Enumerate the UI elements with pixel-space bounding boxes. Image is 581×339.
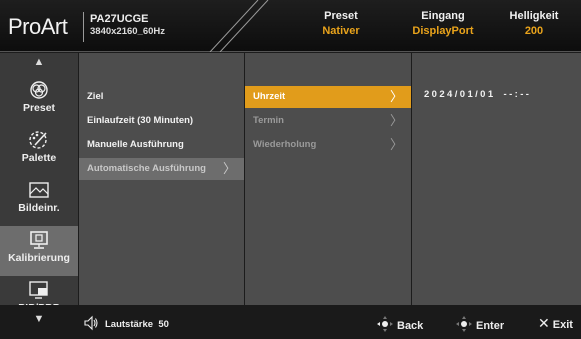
main-menu-panel: Ziel Einlaufzeit (30 Minuten) Manuelle A… [79,53,244,305]
exit-button[interactable]: ✕ Exit [538,315,573,332]
chevron-right-icon: 〉 [389,113,403,128]
submenu-item-schedule[interactable]: Termin 〉 [245,110,411,132]
header-input-label: Eingang [421,10,465,22]
sidebar-item-palette[interactable]: Palette [0,126,78,176]
header-brightness-label: Helligkeit [509,10,559,22]
menu-item-label: Automatische Ausführung [87,163,206,174]
sidebar: ▲ Preset Palette Bildeinr. Kalibrierung [0,53,78,314]
header-brightness-value: 200 [524,25,544,37]
preset-icon [30,81,48,99]
detail-panel: 2024/01/01 --:-- [412,53,581,305]
header-preset-label: Preset [324,10,358,22]
menu-item-manual-run[interactable]: Manuelle Ausführung [79,134,244,156]
submenu-item-label: Uhrzeit [253,91,286,102]
chevron-right-icon: 〉 [222,161,236,176]
date-value: 2024/01/01 [424,89,496,100]
menu-item-label: Einlaufzeit (30 Minuten) [87,115,194,126]
palette-icon [29,131,47,149]
back-button[interactable]: Back [376,315,423,333]
osd-footer: ▼ Lautstärke 50 Back Enter ✕ Exit [0,305,581,339]
menu-item-warmup[interactable]: Einlaufzeit (30 Minuten) [79,110,244,132]
enter-label: Enter [476,320,505,332]
pip-pbp-icon [29,281,48,299]
submenu-item-label: Wiederholung [253,139,317,150]
sidebar-item-label: Preset [22,102,56,114]
scroll-up-icon[interactable]: ▲ [0,56,78,68]
datetime-value[interactable]: 2024/01/01 --:-- [424,89,539,100]
volume-indicator: Lautstärke 50 [83,315,169,331]
calibration-icon [30,231,48,249]
sidebar-item-calibration[interactable]: Kalibrierung [0,226,78,276]
sidebar-item-label: Palette [21,152,57,164]
chevron-right-icon: 〉 [389,89,403,104]
osd-header: ProArt PA27UCGE 3840x2160_60Hz Preset Na… [0,0,581,52]
submenu-panel: Uhrzeit 〉 Termin 〉 Wiederholung 〉 [245,53,411,305]
sidebar-item-image-settings[interactable]: Bildeinr. [0,176,78,226]
header-input: Eingang DisplayPort [400,9,486,39]
joystick-press-icon [456,316,472,332]
menu-item-target[interactable]: Ziel [79,86,244,108]
resolution: 3840x2160_60Hz [90,26,166,37]
exit-label: Exit [552,319,573,331]
back-label: Back [397,320,424,332]
volume-label: Lautstärke [105,319,154,330]
sidebar-item-label: Bildeinr. [18,202,60,214]
scroll-down-icon[interactable]: ▼ [0,313,78,325]
enter-button[interactable]: Enter [455,315,504,333]
menu-item-label: Ziel [87,91,104,102]
submenu-item-label: Termin [253,115,284,126]
header-preset: Preset Nativer [286,9,396,39]
model-info: PA27UCGE 3840x2160_60Hz [83,12,203,42]
sidebar-item-label: Kalibrierung [8,252,70,264]
brand-logo: ProArt [8,14,68,39]
joystick-left-icon [377,316,393,332]
header-divider-lines [209,0,269,52]
chevron-right-icon: 〉 [389,137,403,152]
sidebar-item-preset[interactable]: Preset [0,76,78,126]
volume-value: 50 [158,319,169,330]
speaker-icon [84,315,98,331]
menu-item-label: Manuelle Ausführung [87,139,184,150]
close-icon: ✕ [538,315,550,331]
model-name: PA27UCGE [90,13,149,25]
image-settings-icon [29,182,49,198]
header-input-value: DisplayPort [412,25,474,37]
submenu-item-repeat[interactable]: Wiederholung 〉 [245,134,411,156]
submenu-item-time[interactable]: Uhrzeit 〉 [245,86,411,108]
header-preset-value: Nativer [322,25,360,37]
header-brightness: Helligkeit 200 [494,9,574,39]
time-value: --:-- [503,89,532,100]
menu-item-auto-run[interactable]: Automatische Ausführung 〉 [79,158,244,180]
